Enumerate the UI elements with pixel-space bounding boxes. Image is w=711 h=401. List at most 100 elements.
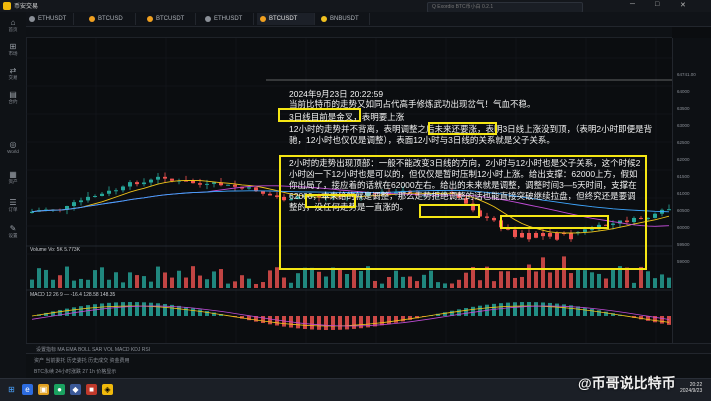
volume-bar (282, 278, 286, 288)
volume-bar (163, 272, 167, 288)
sidebar-item-3[interactable]: ▤合约 (3, 90, 23, 105)
volume-bar (639, 267, 643, 288)
volume-bar (219, 269, 223, 288)
volume-legend: Volume Vo: 5K 5.773K (30, 247, 80, 253)
volume-bar (198, 276, 202, 288)
candle-body (72, 202, 76, 206)
volume-bar (373, 281, 377, 288)
price-tick: 64000 (677, 89, 690, 94)
macd-bar (100, 303, 104, 316)
volume-bar (604, 279, 608, 288)
price-tick: 59500 (677, 242, 690, 247)
tab-2[interactable]: BTCUSDT (144, 13, 196, 25)
volume-bar (352, 270, 356, 288)
macd-bar (121, 302, 125, 316)
tab-4[interactable]: BTCUSDT (257, 13, 315, 25)
volume-bar (247, 279, 251, 288)
coin-icon (260, 16, 266, 22)
macd-bar (499, 303, 503, 316)
volume-bar (128, 272, 132, 288)
coin-icon (205, 16, 211, 22)
settings-icon: ✎ (3, 224, 23, 233)
macd-bar (107, 303, 111, 316)
price-tick: 63000 (677, 123, 690, 128)
sidebar-item-2[interactable]: ⇄交易 (3, 66, 23, 81)
macd-bar (331, 316, 335, 330)
tab-0[interactable]: ETHUSDT (26, 13, 74, 25)
price-tick: 62000 (677, 157, 690, 162)
tab-3[interactable]: ETHUSDT (202, 13, 254, 25)
volume-bar (667, 278, 671, 288)
maximize-button[interactable]: □ (655, 1, 659, 8)
volume-bar (471, 267, 475, 288)
macd-bar (268, 316, 272, 324)
volume-bar (590, 272, 594, 288)
sidebar-item-5[interactable]: ▦资产 (3, 170, 23, 185)
volume-bar (191, 266, 195, 288)
coin-icon (29, 16, 35, 22)
volume-bar (569, 273, 573, 288)
sidebar-item-4[interactable]: ◎World (3, 140, 23, 154)
volume-bar (443, 283, 447, 288)
sidebar-item-6[interactable]: ☰订单 (3, 198, 23, 213)
bottom-panel-tabs[interactable]: 资产 当前委托 历史委托 历史成交 资金费用 (34, 357, 130, 364)
volume-bar (114, 272, 118, 288)
volume-bar (394, 271, 398, 288)
macd-bar (205, 311, 209, 316)
volume-bar (499, 271, 503, 288)
candle-body (107, 191, 111, 194)
sidebar-item-1[interactable]: ⊞市场 (3, 42, 23, 57)
candle-body (261, 191, 265, 194)
volume-bar (93, 270, 97, 288)
volume-bar (317, 272, 321, 288)
volume-bar (422, 275, 426, 288)
candle-body (121, 187, 125, 191)
macd-bar (135, 302, 139, 316)
volume-bar (184, 278, 188, 288)
close-button[interactable]: ✕ (680, 1, 686, 9)
app-icon[interactable]: e (22, 384, 33, 395)
volume-bar (401, 277, 405, 288)
price-tick: 61500 (677, 174, 690, 179)
annotation-box-3day: 3日线目前是金叉，表明要上涨 (278, 108, 361, 122)
app-icon[interactable]: ◆ (70, 384, 81, 395)
macd-bar (576, 306, 580, 316)
tab-1[interactable]: BTCUSD (86, 13, 136, 25)
binance-icon[interactable]: ◈ (102, 384, 113, 395)
macd-bar (184, 307, 188, 316)
volume-bar (51, 280, 55, 288)
macd-bar (198, 310, 202, 316)
macd-bar (114, 302, 118, 316)
sidebar-item-7[interactable]: ✎设置 (3, 224, 23, 239)
windows-start-icon[interactable]: ⊞ (6, 384, 17, 395)
exchange-icon: ⇄ (3, 66, 23, 75)
candle-body (170, 179, 174, 181)
volume-bar (177, 271, 181, 288)
macd-bar (317, 316, 321, 330)
minimize-button[interactable]: ─ (630, 1, 635, 8)
volume-bar (387, 277, 391, 288)
volume-bar (464, 273, 468, 288)
sidebar-item-0[interactable]: ⌂首页 (3, 18, 23, 33)
macd-bar (394, 316, 398, 323)
volume-bar (331, 268, 335, 288)
macd-bar (359, 316, 363, 328)
macd-bar (555, 304, 559, 316)
candle-body (191, 181, 195, 183)
candle-body (247, 187, 251, 188)
candle-body (100, 194, 104, 196)
app-icon[interactable]: ■ (86, 384, 97, 395)
folder-icon[interactable]: ▣ (38, 384, 49, 395)
chart-toolbar (26, 27, 672, 38)
app-icon[interactable]: ● (54, 384, 65, 395)
volume-bar (100, 267, 104, 288)
tab-5[interactable]: BNBUSDT (318, 13, 370, 25)
macd-bar (527, 302, 531, 316)
macd-bar (548, 303, 552, 316)
macd-bar (303, 316, 307, 329)
volume-bar (632, 283, 636, 288)
price-tick: 59000 (677, 259, 690, 264)
volume-bar (506, 271, 510, 288)
macd-bar (261, 316, 265, 323)
volume-bar (625, 268, 629, 288)
